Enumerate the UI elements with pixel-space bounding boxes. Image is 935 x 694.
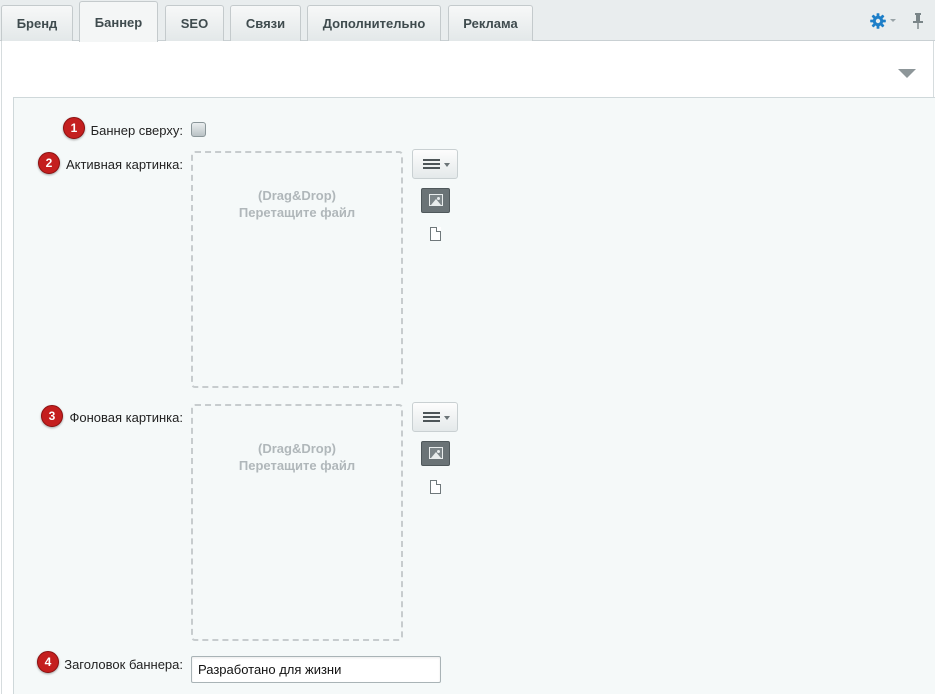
dropzone-hint: (Drag&Drop) <box>258 441 336 456</box>
chevron-down-icon <box>444 416 450 420</box>
banner-top-checkbox[interactable] <box>191 122 206 137</box>
step-badge-4: 4 <box>37 651 59 673</box>
tab-links[interactable]: Связи <box>230 5 301 41</box>
banner-top-label: Баннер сверху: <box>90 123 183 138</box>
tab-bar: Бренд Баннер SEO Связи Дополнительно Рек… <box>0 0 935 42</box>
tab-additional[interactable]: Дополнительно <box>307 5 441 41</box>
background-image-menu-button[interactable] <box>412 402 458 432</box>
active-image-file-icon[interactable] <box>430 227 441 241</box>
menu-icon <box>423 159 440 169</box>
banner-title-label: Заголовок баннера: <box>64 657 183 672</box>
background-image-dropzone[interactable]: (Drag&Drop) Перетащите файл <box>191 404 403 641</box>
banner-title-input[interactable] <box>191 656 441 683</box>
active-image-dropzone[interactable]: (Drag&Drop) Перетащите файл <box>191 151 403 388</box>
pin-icon[interactable] <box>911 12 925 30</box>
chevron-down-icon <box>444 163 450 167</box>
image-icon <box>429 447 443 459</box>
dropzone-hint: (Drag&Drop) <box>258 188 336 203</box>
dropzone-instruction: Перетащите файл <box>238 458 356 473</box>
collapse-arrow-icon[interactable] <box>898 69 916 78</box>
tab-advertising[interactable]: Реклама <box>448 5 533 41</box>
step-badge-2: 2 <box>38 152 60 174</box>
step-badge-3: 3 <box>41 405 63 427</box>
active-image-gallery-button[interactable] <box>421 188 450 213</box>
settings-caret-icon[interactable] <box>890 19 896 22</box>
gear-icon[interactable] <box>869 12 887 30</box>
form-panel <box>13 97 935 694</box>
tab-banner[interactable]: Баннер <box>79 1 158 42</box>
active-image-menu-button[interactable] <box>412 149 458 179</box>
menu-icon <box>423 412 440 422</box>
tab-seo[interactable]: SEO <box>165 5 224 41</box>
dropzone-instruction: Перетащите файл <box>238 205 356 220</box>
background-image-label: Фоновая картинка: <box>69 410 183 425</box>
active-image-label: Активная картинка: <box>65 157 183 172</box>
background-image-gallery-button[interactable] <box>421 441 450 466</box>
image-icon <box>429 194 443 206</box>
background-image-file-icon[interactable] <box>430 480 441 494</box>
tab-brand[interactable]: Бренд <box>1 5 73 41</box>
